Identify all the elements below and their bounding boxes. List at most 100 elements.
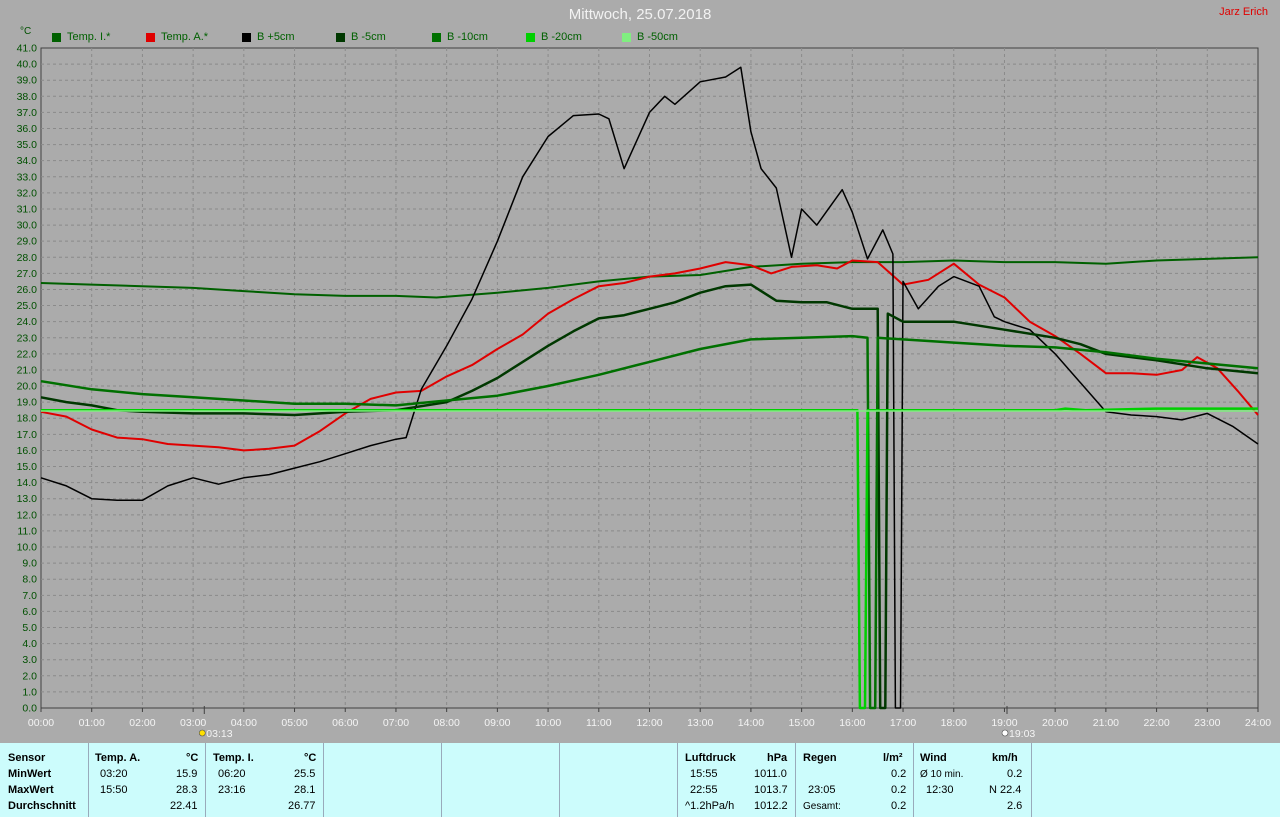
legend-item: B -50cm (622, 31, 678, 43)
legend-swatch (52, 32, 61, 42)
temp-a-avg: 22.41 (170, 800, 198, 812)
chart-title: Mittwoch, 25.07.2018 (568, 6, 712, 23)
y-tick-label: 4.0 (22, 638, 37, 650)
statistics-panel: Sensor MinWert MaxWert Durchschnitt Temp… (0, 743, 1280, 817)
marker-label: 03:13 (206, 728, 232, 740)
marker-label: 19:03 (1009, 728, 1035, 740)
x-tick-label: 18:00 (941, 717, 967, 729)
y-tick-label: 9.0 (22, 558, 37, 570)
y-tick-label: 27.0 (17, 268, 38, 280)
legend-item: Temp. I.* (52, 31, 110, 43)
temp-a-max: 28.3 (176, 784, 198, 796)
rain-unit: l/m² (883, 752, 903, 764)
y-tick-label: 15.0 (17, 461, 38, 473)
legend-label: B -50cm (637, 31, 678, 43)
y-tick-label: 26.0 (17, 284, 38, 296)
row-label-sensor: Sensor (8, 752, 46, 764)
y-tick-label: 35.0 (17, 139, 38, 151)
pressure-min: 1011.0 (754, 768, 787, 780)
pressure-trend: ^1.2hPa/h (685, 800, 735, 812)
x-tick-label: 09:00 (484, 717, 510, 729)
y-tick-label: 6.0 (22, 606, 37, 618)
temp-a-unit: °C (186, 752, 199, 764)
y-tick-label: 21.0 (17, 364, 38, 376)
y-tick-label: 17.0 (17, 429, 38, 441)
temp-i-max: 28.1 (294, 784, 316, 796)
row-label-max: MaxWert (8, 784, 54, 796)
y-tick-label: 20.0 (17, 381, 38, 393)
divider (1031, 743, 1032, 817)
x-tick-label: 02:00 (129, 717, 155, 729)
temp-i-min: 25.5 (294, 768, 316, 780)
y-tick-label: 24.0 (17, 316, 38, 328)
legend-label: B -5cm (351, 31, 386, 43)
y-tick-label: 8.0 (22, 574, 37, 586)
x-tick-label: 05:00 (281, 717, 307, 729)
y-tick-label: 29.0 (17, 236, 38, 248)
y-tick-label: 40.0 (17, 59, 38, 71)
wind-avg: 0.2 (1007, 768, 1023, 780)
legend-item: B -20cm (526, 31, 582, 43)
divider (205, 743, 206, 817)
x-tick-label: 21:00 (1093, 717, 1119, 729)
legend-label: B +5cm (257, 31, 295, 43)
temp-i-max-time: 23:16 (218, 784, 246, 796)
row-label-avg: Durchschnitt (8, 800, 76, 812)
y-tick-label: 38.0 (17, 91, 38, 103)
legend-item: Temp. A.* (146, 31, 208, 43)
y-tick-label: 11.0 (17, 525, 37, 537)
x-tick-label: 20:00 (1042, 717, 1068, 729)
y-tick-label: 5.0 (22, 622, 37, 634)
wind-max: N 22.4 (989, 784, 1022, 796)
y-tick-label: 23.0 (17, 332, 38, 344)
divider (88, 743, 89, 817)
y-tick-label: 3.0 (22, 654, 37, 666)
legend-swatch (242, 32, 251, 42)
legend-label: Temp. A.* (161, 31, 209, 43)
x-tick-label: 11:00 (586, 717, 612, 729)
rain-max-time: 23:05 (808, 784, 836, 796)
y-tick-label: 25.0 (17, 300, 38, 312)
temp-a-header: Temp. A. (95, 752, 141, 764)
rain-total: 0.2 (891, 800, 907, 812)
legend-item: B +5cm (242, 31, 295, 43)
x-tick-label: 06:00 (332, 717, 358, 729)
divider (323, 743, 324, 817)
wind-header: Wind (920, 752, 947, 764)
divider (795, 743, 796, 817)
y-tick-label: 14.0 (17, 477, 38, 489)
divider (559, 743, 560, 817)
x-tick-label: 24:00 (1245, 717, 1271, 729)
y-tick-label: 33.0 (17, 171, 38, 183)
pressure-max: 1013.7 (754, 784, 788, 796)
rain-max: 0.2 (891, 784, 907, 796)
y-tick-label: 0.0 (22, 703, 37, 715)
y-tick-label: 1.0 (22, 686, 37, 698)
y-tick-label: 2.0 (22, 670, 37, 682)
pressure-min-time: 15:55 (690, 768, 718, 780)
y-tick-label: 16.0 (17, 445, 38, 457)
temp-i-min-time: 06:20 (218, 768, 246, 780)
y-tick-label: 32.0 (17, 187, 38, 199)
legend-swatch (146, 32, 155, 42)
x-tick-label: 08:00 (434, 717, 460, 729)
y-tick-label: 30.0 (17, 220, 38, 232)
temp-i-avg: 26.77 (288, 800, 316, 812)
divider (913, 743, 914, 817)
rain-total-label: Gesamt: (803, 801, 841, 812)
x-tick-label: 15:00 (788, 717, 814, 729)
legend-swatch (336, 32, 345, 42)
y-axis-unit: °C (20, 26, 32, 37)
y-tick-label: 28.0 (17, 252, 38, 264)
y-tick-label: 13.0 (17, 493, 38, 505)
x-tick-label: 03:00 (180, 717, 206, 729)
rain-header: Regen (803, 752, 837, 764)
pressure-max-time: 22:55 (690, 784, 718, 796)
x-tick-label: 16:00 (839, 717, 865, 729)
x-tick-label: 13:00 (687, 717, 713, 729)
y-tick-label: 12.0 (17, 509, 38, 521)
x-tick-label: 00:00 (28, 717, 54, 729)
legend-swatch (432, 32, 441, 42)
legend-label: B -10cm (447, 31, 488, 43)
y-tick-label: 22.0 (17, 348, 38, 360)
